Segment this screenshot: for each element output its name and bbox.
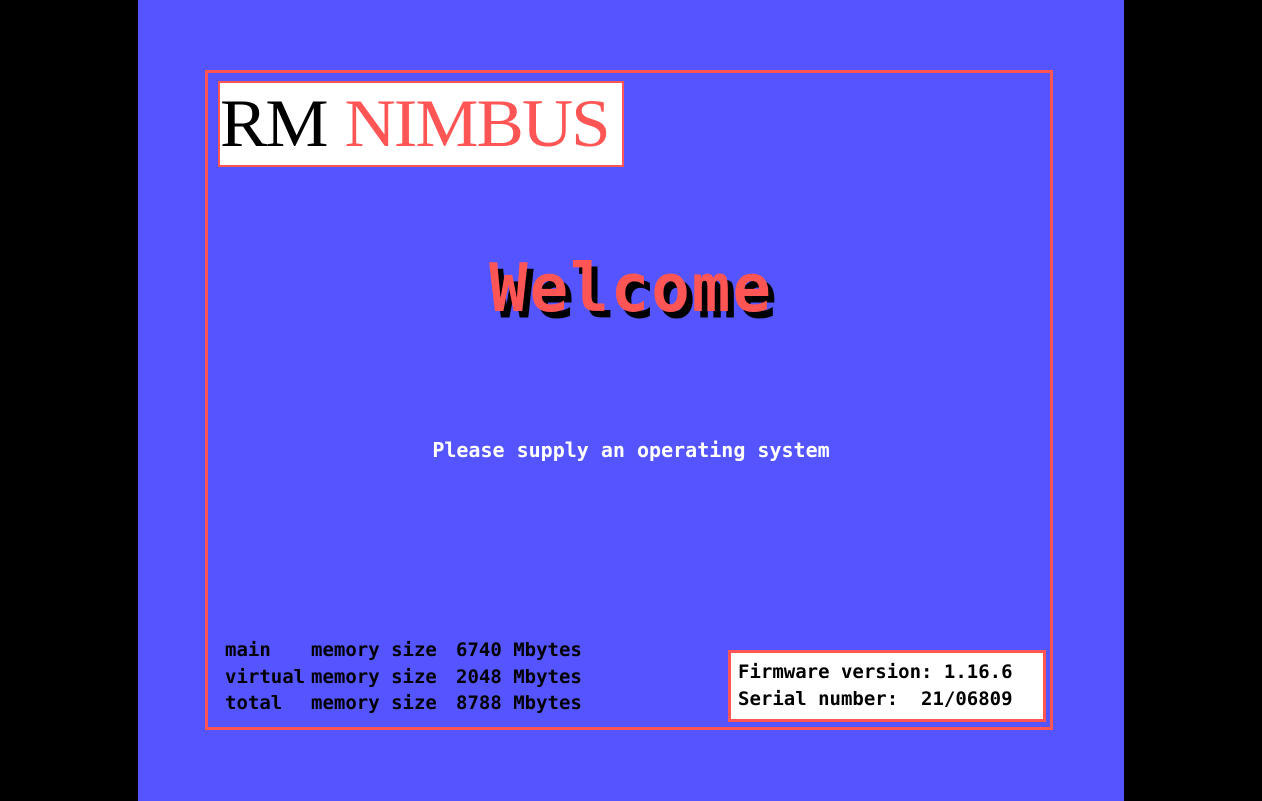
- memory-row-main: main memory size 6740 Mbytes: [225, 637, 582, 664]
- memory-row-total: total memory size 8788 Mbytes: [225, 690, 582, 717]
- firmware-info-box: Firmware version: 1.16.6 Serial number: …: [728, 650, 1046, 722]
- firmware-version: Firmware version: 1.16.6: [738, 661, 1013, 683]
- memory-value: 8788 Mbytes: [456, 692, 582, 714]
- memory-label: total: [225, 692, 283, 714]
- logo-rm-text: RM: [220, 86, 328, 161]
- memory-value: 6740 Mbytes: [456, 639, 582, 661]
- memory-kind: memory size: [311, 665, 437, 688]
- welcome-heading: Welcome: [489, 250, 773, 328]
- os-prompt-message: Please supply an operating system: [432, 438, 830, 462]
- memory-value: 2048 Mbytes: [456, 665, 582, 688]
- memory-kind: memory size: [311, 692, 437, 714]
- serial-number: Serial number: 21/06809: [738, 688, 1013, 710]
- memory-row-virtual: virtual memory size 2048 Mbytes: [225, 664, 582, 691]
- boot-screen: RM NIMBUS Welcome Please supply an operat…: [138, 0, 1124, 801]
- memory-label: virtual: [225, 665, 306, 688]
- screen-border: [205, 70, 1053, 730]
- logo-nimbus-text: NIMBUS: [344, 86, 611, 161]
- memory-label: main: [225, 639, 271, 661]
- rm-nimbus-logo: RM NIMBUS: [218, 81, 624, 167]
- memory-summary: main memory size 6740 Mbytes virtual mem…: [225, 637, 582, 717]
- memory-kind: memory size: [311, 639, 437, 661]
